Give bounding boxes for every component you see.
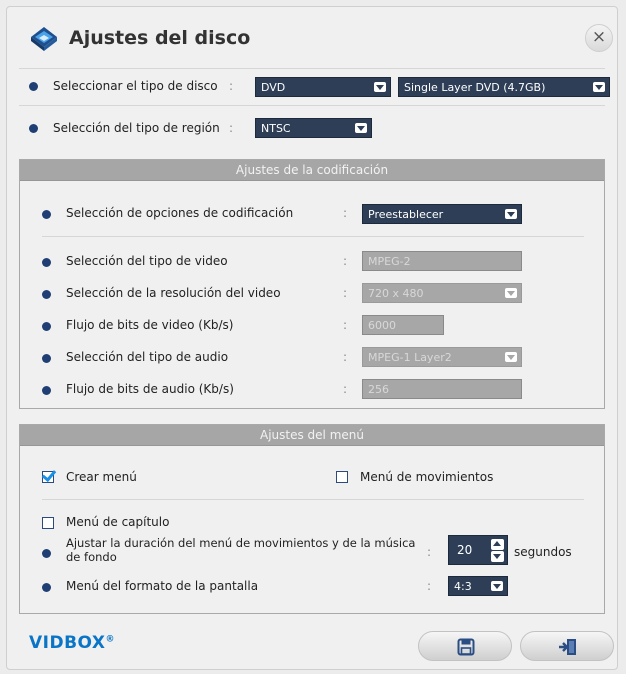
divider — [42, 499, 584, 500]
region-type-label: Selección del tipo de región — [53, 121, 220, 135]
video-resolution-label: Selección de la resolución del video — [66, 286, 281, 300]
close-icon: × — [591, 27, 607, 47]
exit-icon — [559, 639, 576, 655]
menu-settings-header: Ajustes del menú — [20, 425, 604, 446]
menu-duration-stepper[interactable]: 20 — [448, 535, 508, 565]
colon: : — [229, 79, 234, 93]
colon: : — [343, 254, 348, 268]
bullet-icon — [42, 583, 51, 592]
menu-duration-unit: segundos — [514, 545, 572, 559]
audio-type-label: Selección del tipo de audio — [66, 350, 229, 364]
encoding-settings-header: Ajustes de la codificación — [20, 160, 604, 181]
bullet-icon — [42, 322, 51, 331]
divider — [19, 68, 605, 69]
audio-type-value: MPEG-1 Layer2 — [368, 351, 452, 364]
bullet-icon — [42, 290, 51, 299]
app-logo-icon — [31, 27, 57, 51]
bullet-icon — [42, 258, 51, 267]
video-resolution-value: 720 x 480 — [368, 287, 424, 300]
video-bitrate-value: 6000 — [368, 319, 396, 332]
chevron-down-icon — [593, 82, 605, 92]
title-bar: Ajustes del disco × — [7, 7, 617, 69]
colon: : — [343, 350, 348, 364]
motion-menu-label: Menú de movimientos — [360, 470, 494, 484]
window-title: Ajustes del disco — [69, 27, 251, 49]
colon: : — [343, 382, 348, 396]
menu-duration-label-line1: Ajustar la duración del menú de movimien… — [66, 536, 416, 550]
audio-bitrate-field: 256 — [362, 379, 522, 399]
chevron-down-icon — [355, 123, 367, 133]
chevron-down-icon — [505, 352, 517, 362]
video-bitrate-field: 6000 — [362, 315, 444, 335]
colon: : — [343, 318, 348, 332]
close-button[interactable]: × — [585, 24, 613, 52]
create-menu-checkbox[interactable] — [42, 471, 54, 483]
audio-type-select: MPEG-1 Layer2 — [362, 347, 522, 367]
audio-bitrate-value: 256 — [368, 383, 389, 396]
video-type-value: MPEG-2 — [368, 255, 411, 268]
region-type-select[interactable]: NTSC — [255, 118, 372, 138]
brand-logo-text: VIDBOX — [29, 633, 106, 653]
disc-layer-value: Single Layer DVD (4.7GB) — [404, 81, 546, 94]
screen-format-value: 4:3 — [454, 580, 472, 593]
chevron-down-icon — [505, 288, 517, 298]
colon: : — [427, 579, 432, 593]
video-type-field: MPEG-2 — [362, 251, 522, 271]
disc-type-label: Seleccionar el tipo de disco — [53, 79, 218, 93]
chapter-menu-label: Menú de capítulo — [66, 515, 170, 529]
chevron-down-icon — [491, 581, 503, 591]
create-menu-label: Crear menú — [66, 470, 137, 484]
colon: : — [427, 545, 432, 559]
encoding-settings-group: Ajustes de la codificación Selección de … — [19, 159, 605, 409]
video-resolution-select: 720 x 480 — [362, 283, 522, 303]
divider — [42, 236, 584, 237]
menu-settings-group: Ajustes del menú Crear menú Menú de movi… — [19, 424, 605, 614]
bullet-icon — [42, 549, 51, 558]
screen-format-select[interactable]: 4:3 — [448, 576, 508, 596]
video-type-label: Selección del tipo de video — [66, 254, 228, 268]
exit-button[interactable] — [520, 631, 614, 661]
bullet-icon — [29, 82, 38, 91]
disc-settings-window: Ajustes del disco × Seleccionar el tipo … — [6, 6, 618, 670]
chapter-menu-checkbox[interactable] — [42, 517, 54, 529]
colon: : — [229, 121, 234, 135]
menu-duration-value: 20 — [457, 543, 473, 557]
divider — [19, 105, 605, 106]
region-type-value: NTSC — [261, 122, 291, 135]
disc-type-value: DVD — [261, 81, 286, 94]
bullet-icon — [29, 124, 38, 133]
bullet-icon — [42, 210, 51, 219]
brand-logo-mark: ® — [105, 634, 116, 645]
encoding-options-value: Preestablecer — [368, 208, 444, 221]
encoding-options-label: Selección de opciones de codificación — [66, 206, 294, 220]
chevron-down-icon[interactable] — [491, 551, 504, 562]
motion-menu-checkbox[interactable] — [336, 471, 348, 483]
menu-duration-label-line2: de fondo — [66, 550, 117, 564]
bullet-icon — [42, 386, 51, 395]
screen-format-label: Menú del formato de la pantalla — [66, 579, 259, 593]
disc-type-select[interactable]: DVD — [255, 77, 391, 97]
audio-bitrate-label: Flujo de bits de audio (Kb/s) — [66, 382, 234, 396]
chevron-down-icon — [374, 82, 386, 92]
chevron-up-icon[interactable] — [491, 539, 504, 550]
brand-logo: VIDBOX® — [29, 633, 115, 653]
colon: : — [343, 206, 348, 220]
save-button[interactable] — [418, 631, 512, 661]
save-icon — [457, 638, 475, 656]
video-bitrate-label: Flujo de bits de video (Kb/s) — [66, 318, 234, 332]
disc-layer-select[interactable]: Single Layer DVD (4.7GB) — [398, 77, 610, 97]
chevron-down-icon — [505, 209, 517, 219]
encoding-options-select[interactable]: Preestablecer — [362, 204, 522, 224]
bullet-icon — [42, 354, 51, 363]
colon: : — [343, 286, 348, 300]
